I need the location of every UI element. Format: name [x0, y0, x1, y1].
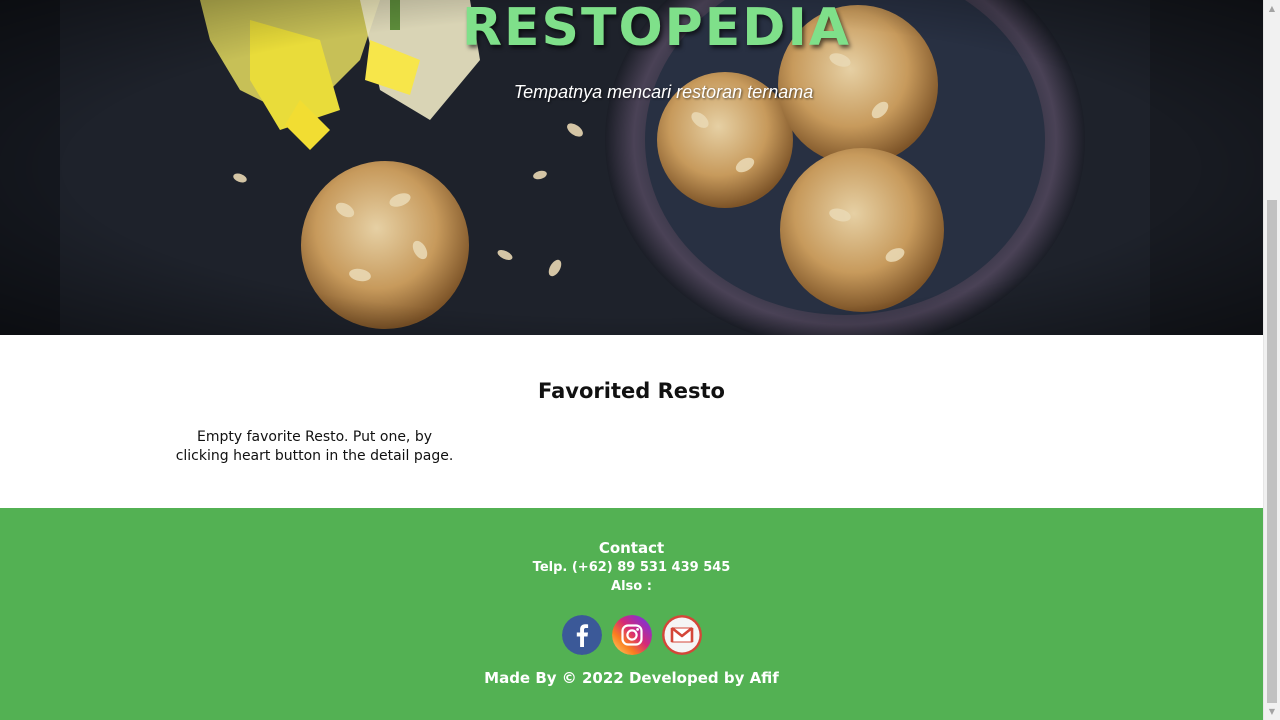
contact-title: Contact [598, 539, 665, 557]
scrollbar-thumb[interactable] [1267, 200, 1277, 703]
facebook-icon [562, 615, 602, 655]
page-scrollbar[interactable]: ▲ ▼ [1263, 0, 1280, 720]
gmail-link[interactable] [662, 615, 702, 655]
social-links [562, 615, 704, 655]
favorites-section: Favorited Resto Empty favorite Resto. Pu… [0, 335, 1263, 508]
contact-phone: Telp. (+62) 89 531 439 545 [532, 560, 731, 575]
scroll-up-arrow-icon[interactable]: ▲ [1264, 0, 1280, 17]
footer-credit: Made By © 2022 Developed by Afif [484, 669, 779, 687]
scroll-down-arrow-icon[interactable]: ▼ [1264, 703, 1280, 720]
instagram-icon [612, 615, 652, 655]
hero-banner: RESTOPEDIA Tempatnya mencari restoran te… [0, 0, 1263, 335]
section-title: Favorited Resto [538, 379, 725, 403]
site-tagline: Tempatnya mencari restoran ternama [513, 82, 814, 102]
footer: Contact Telp. (+62) 89 531 439 545 Also … [0, 508, 1263, 720]
site-title: RESTOPEDIA [461, 0, 852, 58]
empty-favorites-message: Empty favorite Resto. Put one, by clicki… [175, 429, 454, 464]
also-label: Also : [611, 579, 652, 594]
instagram-link[interactable] [612, 615, 652, 655]
gmail-icon [662, 615, 702, 655]
page: RESTOPEDIA Tempatnya mencari restoran te… [0, 0, 1263, 720]
facebook-link[interactable] [562, 615, 602, 655]
